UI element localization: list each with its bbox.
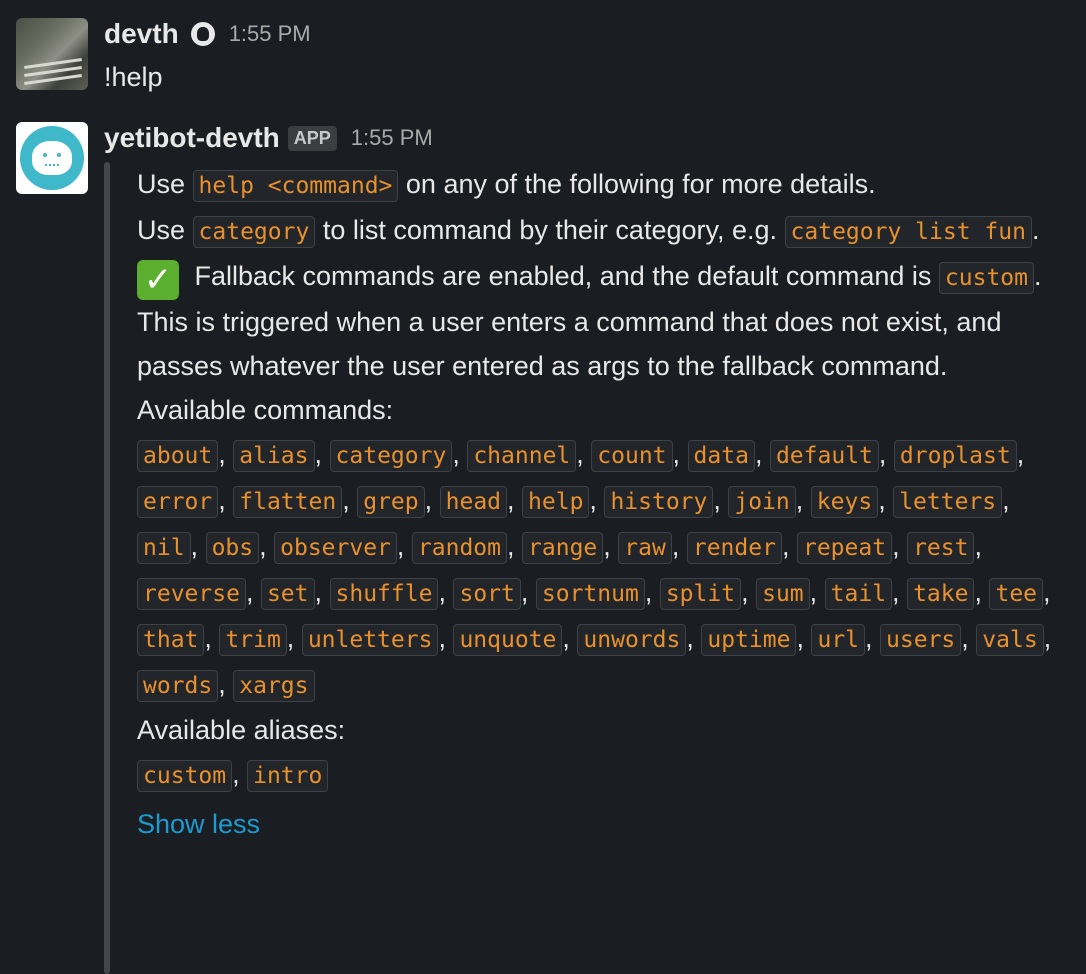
message-header: devth 1:55 PM (104, 18, 311, 50)
command-item: error (137, 486, 219, 518)
command-item: reverse (137, 578, 246, 610)
category-intro-line: Use category to list command by their ca… (137, 208, 1072, 254)
command-item: rest (907, 532, 975, 564)
commands-label: Available commands: (137, 395, 394, 425)
command-item: words (137, 670, 219, 702)
command-item: split (659, 578, 742, 610)
command-item: unquote (453, 624, 563, 656)
command-item: count (591, 440, 673, 472)
sender-name[interactable]: devth (104, 18, 179, 50)
command-item: droplast (893, 440, 1017, 472)
inline-code: category list fun (784, 216, 1032, 248)
command-item: category (329, 440, 453, 472)
command-item: set (260, 578, 315, 610)
command-item: join (728, 486, 796, 518)
command-item: uptime (701, 624, 797, 656)
bot-avatar[interactable] (16, 122, 88, 194)
command-item: random (411, 532, 508, 564)
aliases-list: custom, intro (137, 752, 1072, 798)
show-less-link[interactable]: Show less (137, 802, 1072, 846)
alias-item: intro (247, 760, 329, 792)
message-header: yetibot-devth APP 1:55 PM (104, 122, 433, 154)
sender-name[interactable]: yetibot-devth (104, 122, 280, 154)
command-item: unwords (577, 624, 687, 656)
command-item: observer (274, 532, 397, 564)
command-item: repeat (796, 532, 893, 564)
command-item: data (687, 440, 755, 472)
aliases-label: Available aliases: (137, 715, 346, 745)
command-item: head (439, 486, 508, 518)
command-item: that (137, 624, 205, 656)
yeti-status-icon (190, 22, 215, 46)
command-item: tail (824, 578, 893, 610)
command-item: grep (357, 486, 425, 518)
command-item: history (604, 486, 714, 518)
command-item: obs (205, 532, 260, 564)
command-item: shuffle (329, 578, 439, 610)
timestamp[interactable]: 1:55 PM (229, 21, 311, 47)
command-item: about (137, 440, 219, 472)
command-item: sortnum (535, 578, 645, 610)
command-item: tee (989, 578, 1044, 610)
command-item: sort (453, 578, 521, 610)
command-item: letters (893, 486, 1003, 518)
command-item: default (769, 440, 879, 472)
command-item: nil (137, 532, 191, 564)
app-badge: APP (287, 125, 337, 151)
command-item: sum (756, 578, 810, 610)
command-item: channel (467, 440, 577, 472)
command-item: keys (810, 486, 879, 518)
fallback-line: ✓ Fallback commands are enabled, and the… (137, 260, 1042, 381)
command-item: xargs (233, 670, 315, 702)
command-item: range (522, 532, 604, 564)
check-mark-emoji-icon: ✓ (137, 260, 179, 300)
command-item: trim (219, 624, 287, 656)
message-text: !help (104, 62, 163, 92)
inline-code: custom (938, 262, 1035, 294)
commands-list: about, alias, category, channel, count, … (137, 432, 1072, 708)
command-item: flatten (233, 486, 343, 518)
command-item: vals (976, 624, 1044, 656)
alias-item: custom (137, 760, 233, 792)
help-intro-line: Use help <command> on any of the followi… (137, 162, 1072, 208)
command-item: users (880, 624, 962, 656)
command-item: alias (233, 440, 315, 472)
command-item: unletters (301, 624, 439, 656)
inline-code: help <command> (192, 170, 399, 202)
attachment-bar (104, 162, 110, 974)
avatar[interactable] (16, 18, 88, 90)
command-item: render (686, 532, 782, 564)
timestamp[interactable]: 1:55 PM (351, 125, 433, 151)
command-item: raw (618, 532, 672, 564)
inline-code: category (192, 216, 316, 248)
message-body: Use help <command> on any of the followi… (137, 162, 1072, 846)
command-item: url (811, 624, 866, 656)
command-item: help (522, 486, 590, 518)
command-item: take (907, 578, 975, 610)
